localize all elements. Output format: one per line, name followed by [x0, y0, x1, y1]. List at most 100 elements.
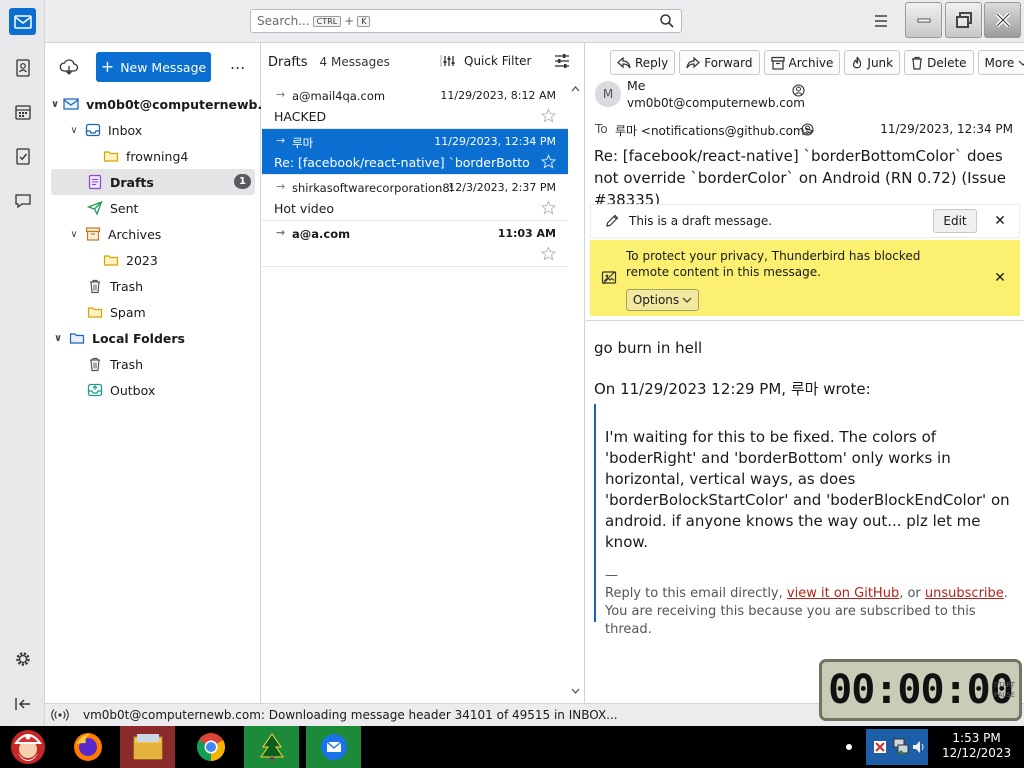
quoted-text: I'm waiting for this to be fixed. The co… — [605, 428, 1010, 551]
folder-sent[interactable]: Sent — [51, 195, 255, 221]
folder-outbox[interactable]: Outbox — [51, 377, 255, 403]
contact-icon[interactable] — [792, 84, 805, 97]
options-button[interactable]: Options — [626, 289, 699, 311]
chrome-icon[interactable] — [183, 726, 238, 768]
get-messages-icon[interactable] — [59, 57, 79, 77]
chevron-down-icon — [1018, 59, 1024, 67]
chevron-down-icon[interactable]: ∨ — [51, 333, 65, 344]
folder-2023[interactable]: 2023 — [103, 247, 255, 273]
junk-button[interactable]: Junk — [844, 50, 901, 75]
signature-end: . — [1003, 586, 1008, 601]
view-on-github-link[interactable]: view it on GitHub — [787, 586, 899, 601]
network-icon[interactable] — [892, 737, 910, 757]
star-icon[interactable] — [541, 200, 556, 215]
signature-separator: , or — [899, 586, 925, 601]
chevron-down-icon[interactable]: ∨ — [67, 125, 81, 136]
remote-content-icon — [601, 270, 617, 286]
folder-pane-header: + New Message ... — [45, 43, 260, 91]
message-list-scrollbar[interactable] — [569, 83, 582, 703]
star-icon[interactable] — [541, 246, 556, 261]
chevron-down-icon[interactable]: ∨ — [67, 229, 81, 240]
archive-button[interactable]: Archive — [763, 50, 841, 75]
message-row[interactable]: → shirkasoftwarecorporation89... 12/3/20… — [262, 175, 568, 221]
message-list-pane: Drafts 4 Messages Quick Filter → a@mail4… — [262, 43, 585, 703]
folder-drafts[interactable]: Drafts 1 — [51, 169, 255, 195]
from-email[interactable]: vm0b0t@computernewb.com — [627, 96, 805, 110]
firefox-icon[interactable] — [60, 726, 115, 768]
message-body: go burn in hell On 11/29/2023 12:29 PM, … — [594, 338, 1020, 400]
thunderbird-taskbar-icon[interactable] — [306, 726, 361, 768]
account-mail-icon — [63, 96, 79, 112]
message-row[interactable]: → a@mail4qa.com 11/29/2023, 8:12 AM HACK… — [262, 83, 568, 129]
activity-icon[interactable] — [51, 708, 69, 722]
new-message-button[interactable]: + New Message — [96, 52, 211, 82]
account-row[interactable]: ∨ vm0b0t@computernewb... — [51, 91, 272, 117]
calendar-icon[interactable] — [9, 98, 36, 125]
to-label: To — [595, 122, 608, 136]
minimize-button[interactable] — [905, 2, 942, 38]
close-icon[interactable]: ✕ — [989, 210, 1011, 232]
quick-filter-button[interactable]: Quick Filter — [440, 54, 531, 68]
draft-arrow-icon: → — [276, 180, 286, 193]
folder-label: Trash — [110, 278, 144, 294]
edit-draft-button[interactable]: Edit — [933, 209, 977, 233]
trash-icon — [911, 56, 923, 70]
network-warning-icon[interactable] — [872, 739, 888, 755]
folder-pane-more-button[interactable]: ... — [230, 54, 245, 73]
start-button[interactable] — [0, 726, 55, 768]
folder-frowning4[interactable]: frowning4 — [103, 143, 255, 169]
message-row-selected[interactable]: → 루마 11/29/2023, 12:34 PM Re: [facebook/… — [262, 129, 568, 175]
trash-icon — [87, 356, 103, 372]
folder-local-trash[interactable]: Trash — [51, 351, 255, 377]
unsubscribe-link[interactable]: unsubscribe — [925, 586, 1004, 601]
collapse-toolbar-icon[interactable] — [9, 690, 36, 717]
timer-pause-label[interactable]: PAUSE — [994, 691, 1015, 699]
search-input[interactable]: Search... CTRL + K — [250, 9, 682, 33]
reply-button[interactable]: Reply — [610, 50, 676, 75]
to-recipient[interactable]: 루마 <notifications@github.com> — [615, 122, 815, 139]
settings-gear-icon[interactable] — [9, 645, 36, 672]
signature-line-2: You are receiving this because you are s… — [605, 604, 976, 637]
contact-icon[interactable] — [801, 123, 814, 136]
list-options-icon[interactable] — [554, 54, 570, 68]
folder-archives[interactable]: ∨ Archives — [67, 221, 255, 247]
system-clock[interactable]: 1:53 PM 12/12/2023 — [942, 731, 1011, 761]
app-menu-icon[interactable] — [870, 12, 892, 30]
file-explorer-icon[interactable] — [120, 726, 175, 768]
folder-trash[interactable]: Trash — [51, 273, 255, 299]
message-sender: a@mail4qa.com — [292, 89, 386, 103]
mail-space-icon[interactable] — [9, 8, 36, 35]
title-bar: Search... CTRL + K — [0, 0, 1024, 43]
timer-start-label[interactable]: START — [994, 681, 1015, 689]
chevron-down-icon[interactable]: ∨ — [51, 99, 59, 110]
folder-icon — [103, 252, 119, 268]
local-folders-row[interactable]: ∨ Local Folders — [51, 325, 255, 351]
from-name[interactable]: Me — [627, 78, 645, 93]
close-button[interactable] — [984, 2, 1021, 38]
more-button[interactable]: More — [977, 50, 1024, 75]
address-book-icon[interactable] — [9, 54, 36, 81]
chat-icon[interactable] — [9, 187, 36, 214]
tasks-icon[interactable] — [9, 142, 36, 169]
star-icon[interactable] — [541, 108, 556, 123]
reply-icon — [617, 56, 631, 69]
search-icon[interactable] — [659, 13, 675, 29]
maximize-button[interactable] — [945, 2, 982, 38]
quoted-message: I'm waiting for this to be fixed. The co… — [594, 404, 1020, 637]
volume-icon[interactable] — [912, 739, 926, 755]
tree-app-icon[interactable] — [244, 726, 299, 768]
forward-button[interactable]: Forward — [679, 50, 760, 75]
close-icon[interactable]: ✕ — [989, 267, 1011, 289]
draft-arrow-icon: → — [276, 134, 286, 147]
folder-pane: + New Message ... ∨ vm0b0t@computernewb.… — [45, 43, 272, 703]
timer-controls[interactable]: START PAUSE — [994, 680, 1015, 700]
message-subject: HACKED — [274, 109, 327, 124]
quick-filter-label: Quick Filter — [464, 54, 532, 68]
star-icon[interactable] — [541, 154, 556, 169]
stopwatch-widget[interactable]: 00:00:00 START PAUSE — [819, 659, 1022, 721]
folder-spam[interactable]: Spam — [51, 299, 255, 325]
delete-button[interactable]: Delete — [904, 50, 974, 75]
message-row-unread[interactable]: → a@a.com 11:03 AM — [262, 221, 568, 267]
folder-inbox[interactable]: ∨ Inbox — [67, 117, 255, 143]
show-desktop-dot[interactable] — [846, 744, 852, 750]
